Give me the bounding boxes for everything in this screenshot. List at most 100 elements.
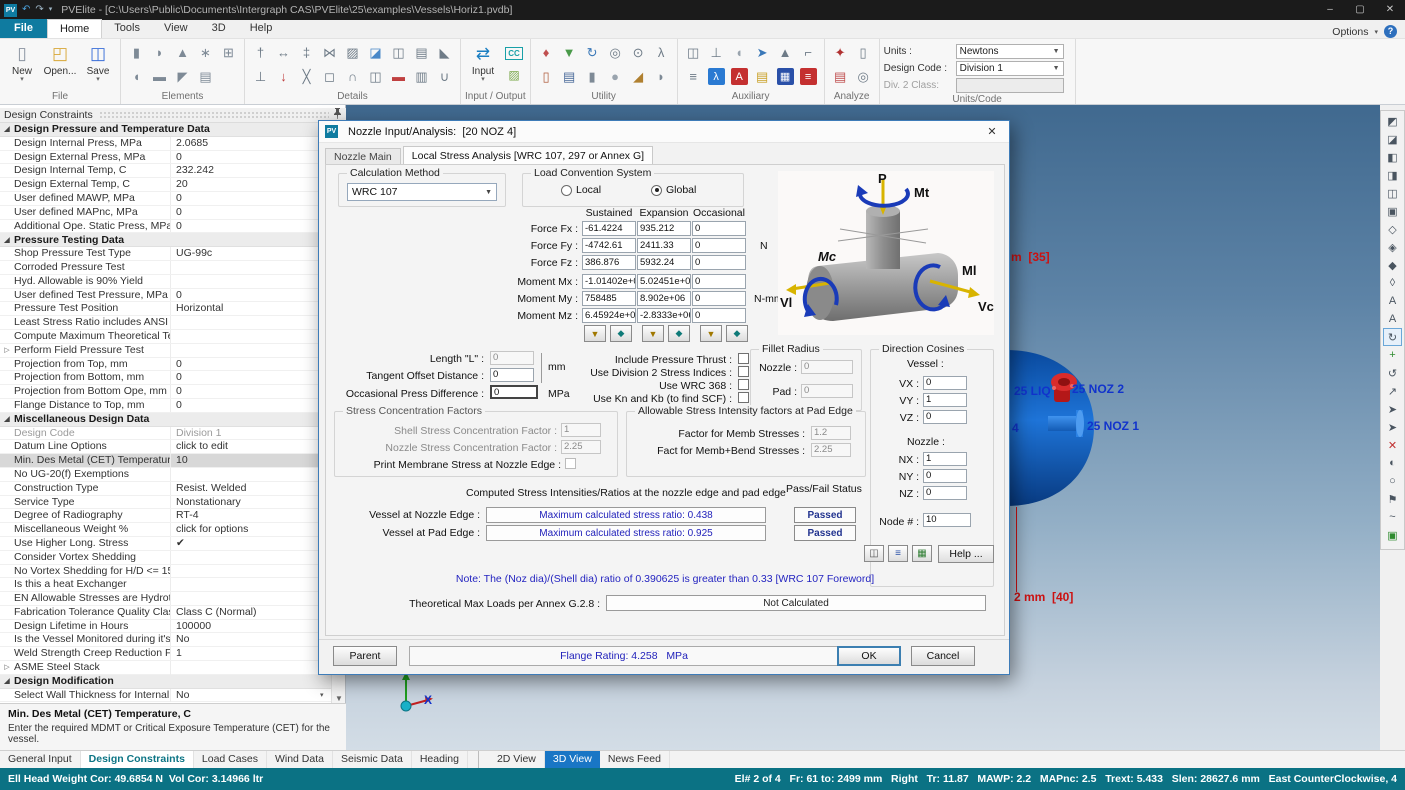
sphere-icon[interactable]: ● bbox=[604, 65, 627, 88]
property-value[interactable] bbox=[170, 316, 320, 329]
cc-icon[interactable]: CC bbox=[504, 43, 524, 63]
nozzle-cosine-input[interactable]: 0 bbox=[923, 486, 967, 500]
export-occasional-button[interactable]: ◆ bbox=[726, 325, 748, 342]
curve-icon[interactable]: ~ bbox=[1383, 508, 1402, 526]
weld-doc-icon[interactable]: ▨ bbox=[341, 41, 364, 64]
property-value[interactable]: 0 bbox=[170, 206, 320, 219]
occasional-press-input[interactable]: 0 bbox=[490, 385, 538, 399]
grab-icon[interactable]: ➤ bbox=[751, 41, 774, 64]
print-membrane-checkbox[interactable] bbox=[565, 458, 576, 469]
tab-2d-view[interactable]: 2D View bbox=[489, 751, 545, 768]
property-row[interactable]: User defined MAWP, MPa0 bbox=[0, 192, 332, 206]
section-header[interactable]: ◢Design Pressure and Temperature Data bbox=[0, 123, 332, 137]
property-row[interactable]: ▷Perform Field Pressure Test bbox=[0, 344, 332, 358]
refresh-view-icon[interactable]: ↻ bbox=[1383, 328, 1402, 346]
brackets-icon[interactable]: ⌐ bbox=[797, 41, 820, 64]
report-image-icon[interactable]: ▨ bbox=[504, 65, 524, 85]
corner-view-4-icon[interactable]: ◊ bbox=[1383, 274, 1402, 292]
property-value[interactable] bbox=[170, 551, 320, 564]
property-row[interactable]: Design External Press, MPa0 bbox=[0, 151, 332, 165]
property-row[interactable]: Construction TypeResist. Welded bbox=[0, 482, 332, 496]
cross-brace-icon[interactable]: ╳ bbox=[295, 65, 318, 88]
new-button[interactable]: ▯New▾ bbox=[4, 41, 40, 82]
platform-icon[interactable]: ▥ bbox=[410, 65, 433, 88]
pointer-alt-icon[interactable]: ➤ bbox=[1383, 418, 1402, 436]
property-row[interactable]: Miscellaneous Weight %click for options bbox=[0, 523, 332, 537]
save-button[interactable]: ◫Save▾ bbox=[80, 41, 116, 82]
property-value[interactable]: Division 1 bbox=[170, 427, 320, 440]
load-input[interactable]: 6.45924e+06 bbox=[582, 308, 636, 323]
section-header[interactable]: ◢Design Modification bbox=[0, 675, 332, 689]
tee-support-icon[interactable]: ⊥ bbox=[705, 41, 728, 64]
back-view-icon[interactable]: ▣ bbox=[1383, 202, 1402, 220]
property-value[interactable]: click for options bbox=[170, 523, 320, 536]
iso-view-1-icon[interactable]: ◩ bbox=[1383, 112, 1402, 130]
load-input[interactable]: -2.8333e+06 bbox=[637, 308, 691, 323]
property-value[interactable] bbox=[170, 261, 320, 274]
list-report-button[interactable]: ≡ bbox=[888, 545, 908, 562]
property-value[interactable]: UG-99c bbox=[170, 247, 320, 260]
nozzle-icon[interactable]: † bbox=[249, 41, 272, 64]
open-button[interactable]: ◰Open... bbox=[42, 41, 78, 82]
rotate-model-icon[interactable]: ↻ bbox=[581, 41, 604, 64]
property-row[interactable]: Consider Vortex Shedding bbox=[0, 551, 332, 565]
dialog-tab-local[interactable]: Local Stress Analysis [WRC 107, 297 or A… bbox=[403, 146, 653, 164]
property-row[interactable]: User defined MAPnc, MPa0 bbox=[0, 206, 332, 220]
baseplate-icon[interactable]: ⊥ bbox=[249, 65, 272, 88]
link-icon[interactable]: ⊙ bbox=[627, 41, 650, 64]
pad-icon[interactable]: ▬ bbox=[387, 65, 410, 88]
property-value[interactable] bbox=[170, 578, 320, 591]
radio-local[interactable]: Local bbox=[561, 184, 601, 196]
vessel-pair-icon[interactable]: ◫ bbox=[364, 65, 387, 88]
property-value[interactable]: 0 bbox=[170, 289, 320, 302]
elliptical-head-icon[interactable]: ◗ bbox=[148, 41, 171, 64]
flag-icon[interactable]: ⚑ bbox=[1383, 490, 1402, 508]
property-value[interactable]: 2.0685 bbox=[170, 137, 320, 150]
fillet-nozzle-input[interactable]: 0 bbox=[801, 360, 853, 374]
scroll-down-icon[interactable]: ▼ bbox=[332, 694, 346, 703]
node-pick-icon[interactable]: ○ bbox=[1383, 472, 1402, 490]
tab-3d[interactable]: 3D bbox=[200, 19, 238, 38]
conical-head-icon[interactable]: ▲ bbox=[171, 41, 194, 64]
load-input[interactable]: 5.02451e+06 bbox=[637, 274, 691, 289]
front-view-icon[interactable]: ◫ bbox=[1383, 184, 1402, 202]
input-button[interactable]: ⇄Input▾ bbox=[465, 41, 501, 85]
property-value[interactable] bbox=[170, 330, 320, 343]
pdf-icon[interactable]: ≡ bbox=[797, 65, 820, 88]
property-row[interactable]: Fabrication Tolerance Quality ClassClass… bbox=[0, 606, 332, 620]
cylinder-tool-icon[interactable]: ▮ bbox=[581, 65, 604, 88]
property-value[interactable]: 1 bbox=[170, 647, 320, 660]
insert-nozzle-icon[interactable]: ↓ bbox=[272, 65, 295, 88]
load-input[interactable]: 8.902e+06 bbox=[637, 291, 691, 306]
property-row[interactable]: No Vortex Shedding for H/D <= 15 bbox=[0, 565, 332, 579]
parent-button[interactable]: Parent bbox=[333, 646, 397, 666]
move-axis-icon[interactable]: + bbox=[1383, 346, 1402, 364]
render-solid-icon[interactable]: ▣ bbox=[1383, 526, 1402, 544]
iso-view-2-icon[interactable]: ◪ bbox=[1383, 130, 1402, 148]
property-value[interactable]: 0 bbox=[170, 399, 320, 412]
clamp-icon[interactable]: ∪ bbox=[433, 65, 456, 88]
load-input[interactable]: 935.212 bbox=[637, 221, 691, 236]
property-row[interactable]: Use Higher Long. Stress✔ bbox=[0, 537, 332, 551]
vessel-cosine-input[interactable]: 0 bbox=[923, 376, 967, 390]
property-value[interactable]: Class C (Normal) bbox=[170, 606, 320, 619]
maximize-button[interactable]: ▢ bbox=[1345, 0, 1375, 20]
clip-plane-icon[interactable]: ✕ bbox=[1383, 436, 1402, 454]
section-header[interactable]: ◢Miscellaneous Design Data bbox=[0, 413, 332, 427]
load-input[interactable]: -4742.61 bbox=[582, 238, 636, 253]
review-icon[interactable]: ◎ bbox=[852, 65, 875, 88]
pages-icon[interactable]: ◫ bbox=[682, 41, 705, 64]
load-input[interactable]: 0 bbox=[692, 274, 746, 289]
option-checkbox[interactable] bbox=[738, 379, 749, 390]
insulation-icon[interactable]: ◖ bbox=[728, 41, 751, 64]
property-row[interactable]: Additional Ope. Static Press, MPa0 bbox=[0, 220, 332, 234]
property-value[interactable]: ✔ bbox=[170, 537, 320, 550]
property-row[interactable]: ▷ASME Steel Stack bbox=[0, 661, 332, 675]
option-checkbox[interactable] bbox=[738, 353, 749, 364]
property-row[interactable]: Service TypeNonstationary bbox=[0, 496, 332, 510]
property-value[interactable] bbox=[170, 468, 320, 481]
cancel-button[interactable]: Cancel bbox=[911, 646, 975, 666]
vessel-cosine-input[interactable]: 0 bbox=[923, 410, 967, 424]
import-expansion-button[interactable]: ▼ bbox=[642, 325, 664, 342]
load-input[interactable]: 0 bbox=[692, 255, 746, 270]
